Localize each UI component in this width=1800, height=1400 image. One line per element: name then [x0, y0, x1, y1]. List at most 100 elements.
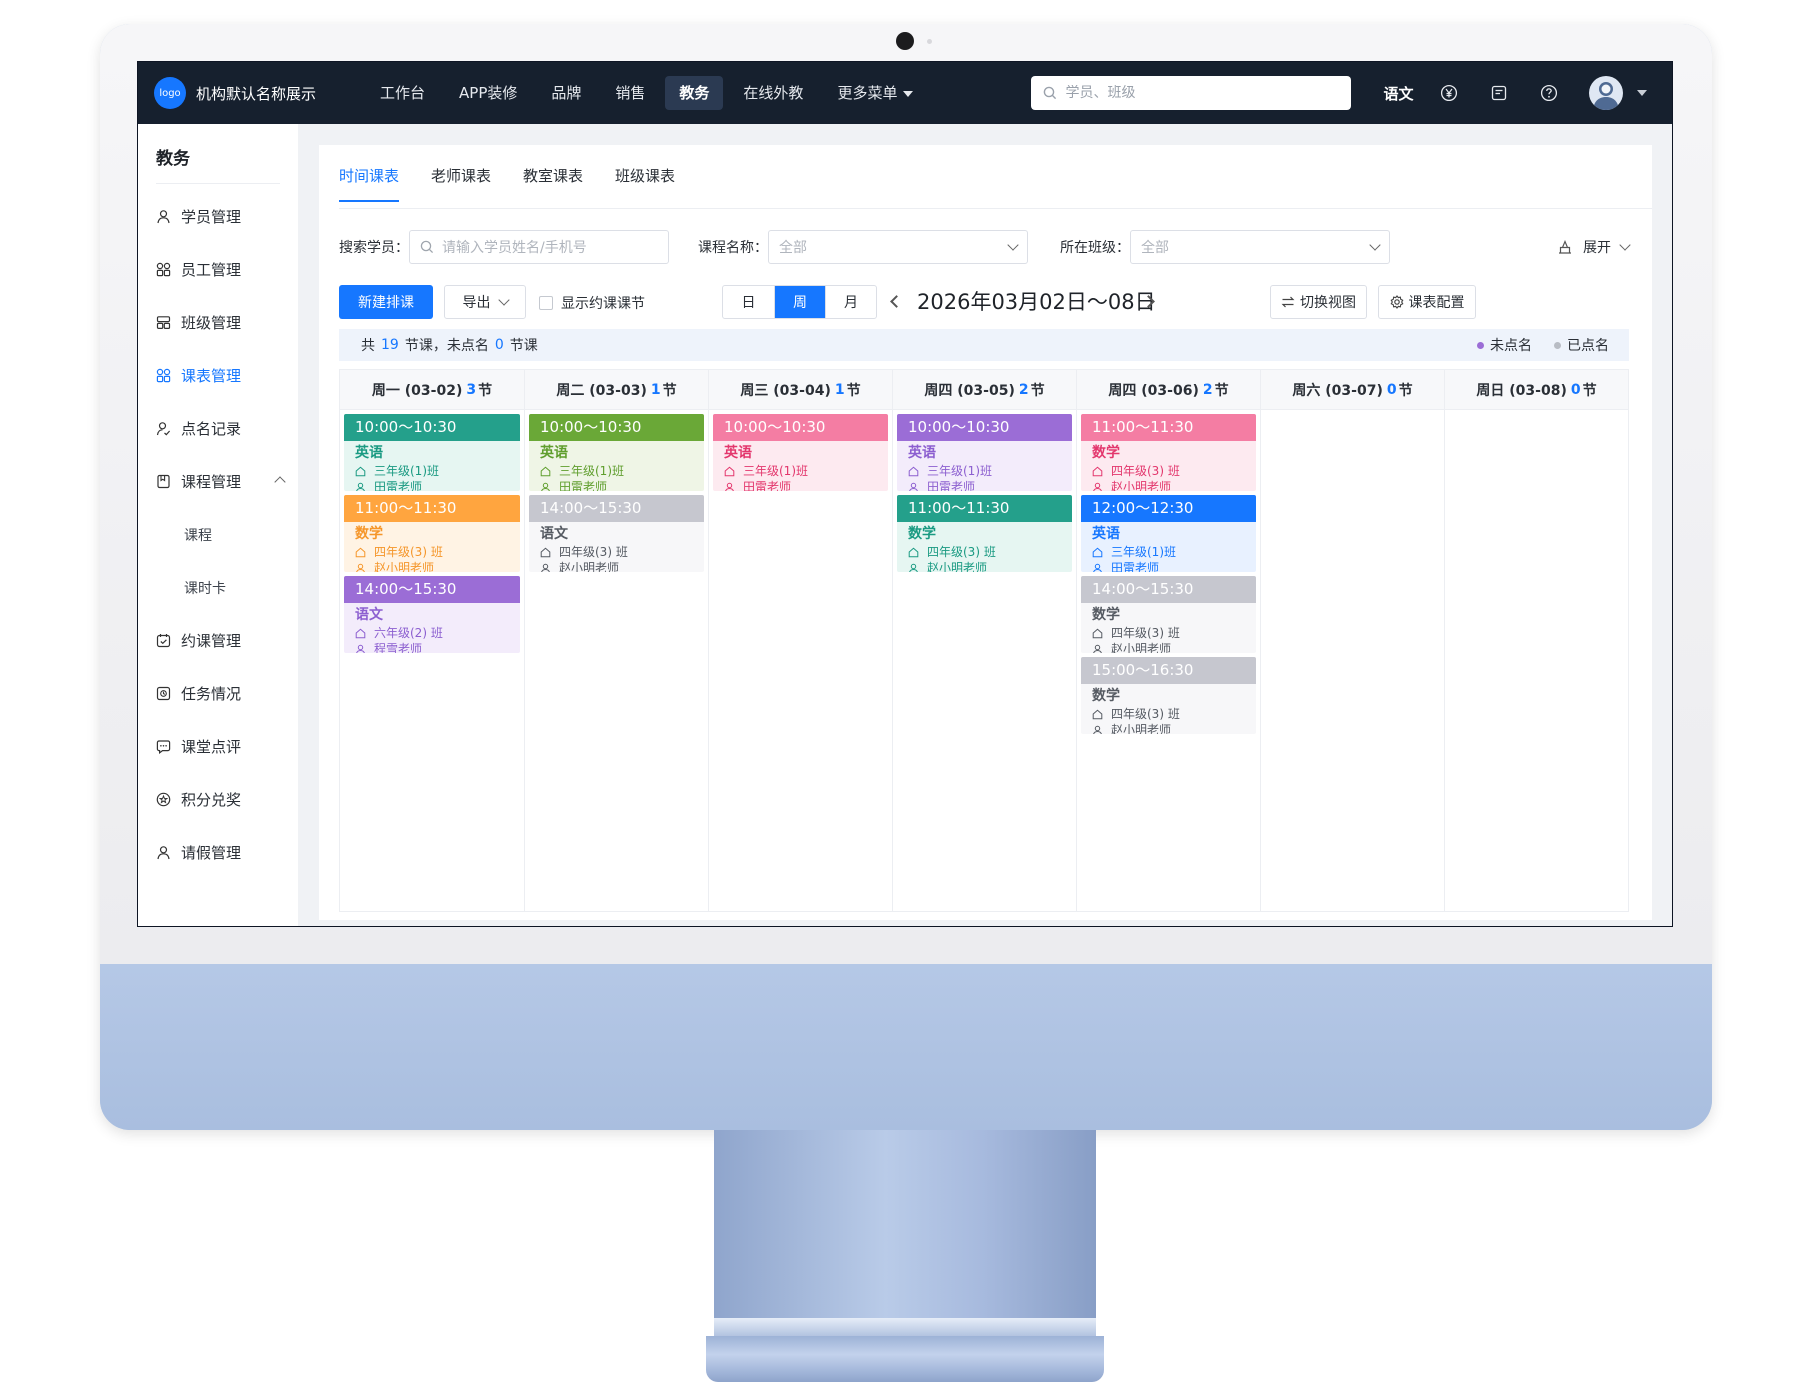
chevron-up-icon[interactable] — [274, 476, 286, 488]
lesson-card[interactable]: 14:00～15:30 语文 六年级(2) 班程雪老师 — [344, 576, 520, 653]
note-icon[interactable] — [1485, 79, 1513, 107]
main-nav: 工作台 APP装修 品牌 销售 教务 在线外教 更多菜单 — [366, 76, 933, 110]
new-schedule-button[interactable]: 新建排课 — [339, 285, 433, 319]
home-icon — [355, 628, 370, 639]
lesson-card[interactable]: 10:00～10:30 英语 三年级(1)班 田雷老师 — [344, 414, 520, 491]
lesson-teacher-row: 赵小明老师 — [540, 560, 704, 572]
sidebar-subitem-class-hour-card[interactable]: 课时卡 — [138, 561, 298, 614]
user-icon — [908, 563, 923, 572]
prev-week-icon[interactable] — [890, 295, 903, 308]
course-name-select[interactable]: 全部 — [768, 230, 1028, 264]
gear-icon — [1390, 295, 1403, 309]
day-header: 周一 (03-02) 3 节 — [340, 370, 524, 410]
sidebar-item-classes[interactable]: 班级管理 — [138, 296, 298, 349]
filter-row: 搜索学员： 请输入学员姓名/手机号 课程名称： 全部 所在班级： 全部 展开 — [339, 230, 1631, 264]
day-column: 周二 (03-03) 1 节 10:00～10:30 英语 三年级(1)班 田雷老师 14:0… — [524, 370, 708, 911]
lesson-card[interactable]: 10:00～10:30 英语 三年级(1)班 田雷老师 — [529, 414, 704, 491]
sidebar-item-booking[interactable]: 约课管理 — [138, 614, 298, 667]
lesson-teacher-row: 田雷老师 — [1092, 560, 1256, 572]
day-header: 周二 (03-03) 1 节 — [525, 370, 708, 410]
timetable-tabs: 时间课表 老师课表 教室课表 班级课表 — [339, 165, 707, 202]
lesson-body: 英语 三年级(1)班 田雷老师 — [529, 441, 704, 491]
view-mode-day[interactable]: 日 — [723, 286, 774, 318]
day-lesson-count: 2 — [1202, 381, 1213, 398]
lesson-card[interactable]: 10:00～10:30 英语 三年级(1)班 田雷老师 — [713, 414, 888, 491]
lesson-class: 三年级(1)班 — [927, 464, 992, 478]
lesson-body: 英语 三年级(1)班 田雷老师 — [713, 441, 888, 491]
lesson-time: 12:00～12:30 — [1081, 495, 1256, 522]
global-search[interactable] — [1031, 76, 1352, 110]
lesson-card[interactable]: 14:00～15:30 语文 四年级(3) 班赵小明老师 — [529, 495, 704, 572]
nav-item-academic[interactable]: 教务 — [665, 76, 724, 110]
org-name: 机构默认名称展示 — [196, 84, 317, 103]
switch-view-button[interactable]: 切换视图 — [1270, 285, 1367, 319]
sidebar-subitem-course[interactable]: 课程 — [138, 508, 298, 561]
tab-classroom-schedule[interactable]: 教室课表 — [523, 165, 583, 202]
sidebar-item-courses[interactable]: 课程管理 — [138, 455, 298, 508]
chevron-down-icon[interactable] — [1637, 90, 1648, 96]
lesson-card[interactable]: 11:00～11:30 数学 四年级(3) 班赵小明老师 — [344, 495, 520, 572]
lesson-teacher: 田雷老师 — [559, 480, 608, 491]
sidebar-item-label: 班级管理 — [181, 314, 242, 332]
lesson-card[interactable]: 12:00～12:30 英语 三年级(1)班 田雷老师 — [1081, 495, 1256, 572]
sidebar-item-staff[interactable]: 员工管理 — [138, 243, 298, 296]
lesson-card[interactable]: 10:00～10:30 英语 三年级(1)班 田雷老师 — [897, 414, 1072, 491]
home-icon — [540, 547, 555, 558]
tab-time-schedule[interactable]: 时间课表 — [339, 165, 400, 202]
sidebar-item-points[interactable]: 积分兑奖 — [138, 773, 298, 826]
day-lesson-unit: 节 — [1582, 382, 1597, 399]
view-mode-week[interactable]: 周 — [774, 286, 825, 318]
view-mode-month[interactable]: 月 — [825, 286, 876, 318]
sidebar-item-roll-call[interactable]: 点名记录 — [138, 402, 298, 455]
lesson-body: 英语 三年级(1)班 田雷老师 — [344, 441, 520, 491]
lesson-card[interactable]: 15:00～16:30 数学 四年级(3) 班赵小明老师 — [1081, 657, 1256, 734]
lesson-teacher-row: 赵小明老师 — [1092, 479, 1256, 491]
lesson-card[interactable]: 11:00～11:30 数学 四年级(3) 班赵小明老师 — [1081, 414, 1256, 491]
timetable-config-label: 课表配置 — [1408, 295, 1465, 311]
sidebar-item-leave[interactable]: 请假管理 — [138, 826, 298, 879]
lesson-time: 14:00～15:30 — [529, 495, 704, 522]
sidebar-item-label: 课堂点评 — [181, 738, 242, 756]
yen-icon[interactable] — [1435, 79, 1463, 107]
lesson-subject: 英语 — [908, 445, 936, 461]
sidebar-item-class-comments[interactable]: 课堂点评 — [138, 720, 298, 773]
home-icon — [355, 547, 370, 558]
class-select[interactable]: 全部 — [1130, 230, 1390, 264]
sidebar-item-tasks[interactable]: 任务情况 — [138, 667, 298, 720]
lesson-card[interactable]: 14:00～15:30 数学 四年级(3) 班赵小明老师 — [1081, 576, 1256, 653]
show-booking-toggle[interactable]: 显示约课课节 — [539, 293, 645, 313]
tab-class-schedule[interactable]: 班级课表 — [615, 165, 675, 202]
nav-item-online-tutor[interactable]: 在线外教 — [729, 76, 817, 110]
home-icon — [908, 547, 923, 558]
sidebar-item-students[interactable]: 学员管理 — [138, 190, 298, 243]
sidebar-item-timetable[interactable]: 课表管理 — [138, 349, 298, 402]
global-search-input[interactable] — [1065, 85, 1326, 101]
nav-item-app-decor[interactable]: APP装修 — [445, 76, 531, 110]
lesson-subject: 语文 — [540, 526, 568, 542]
legend-item-unmarked: 未点名 — [1477, 335, 1532, 355]
lesson-card[interactable]: 11:00～11:30 数学 四年级(3) 班赵小明老师 — [897, 495, 1072, 572]
subject-switch[interactable]: 语文 — [1383, 83, 1413, 104]
lesson-class: 三年级(1)班 — [743, 464, 808, 478]
avatar[interactable] — [1589, 76, 1624, 110]
timetable-card: 时间课表 老师课表 教室课表 班级课表 搜索学员： 请输入学员姓名/手机号 课程… — [319, 145, 1652, 920]
show-booking-checkbox[interactable] — [539, 296, 553, 310]
timetable-config-button[interactable]: 课表配置 — [1378, 285, 1476, 319]
help-icon[interactable] — [1535, 79, 1563, 107]
summary-prefix: 共 — [361, 338, 375, 354]
monitor-chin — [100, 964, 1712, 1130]
nav-item-brand[interactable]: 品牌 — [537, 76, 595, 110]
expand-filters-button[interactable]: 展开 — [1557, 237, 1631, 257]
legend: 未点名 已点名 — [1455, 335, 1609, 355]
summary-suffix: 节课 — [509, 338, 538, 354]
lesson-teacher-row: 赵小明老师 — [355, 560, 520, 572]
lesson-subject: 英语 — [355, 445, 383, 461]
camera-sensor — [927, 39, 932, 44]
nav-item-sales[interactable]: 销售 — [601, 76, 659, 110]
export-button[interactable]: 导出 — [444, 285, 526, 319]
student-search-input[interactable]: 请输入学员姓名/手机号 — [409, 230, 669, 264]
nav-item-workbench[interactable]: 工作台 — [366, 76, 439, 110]
tab-teacher-schedule[interactable]: 老师课表 — [431, 165, 491, 202]
user-avatar-icon — [1593, 82, 1620, 110]
nav-item-more-menu[interactable]: 更多菜单 — [823, 76, 927, 110]
